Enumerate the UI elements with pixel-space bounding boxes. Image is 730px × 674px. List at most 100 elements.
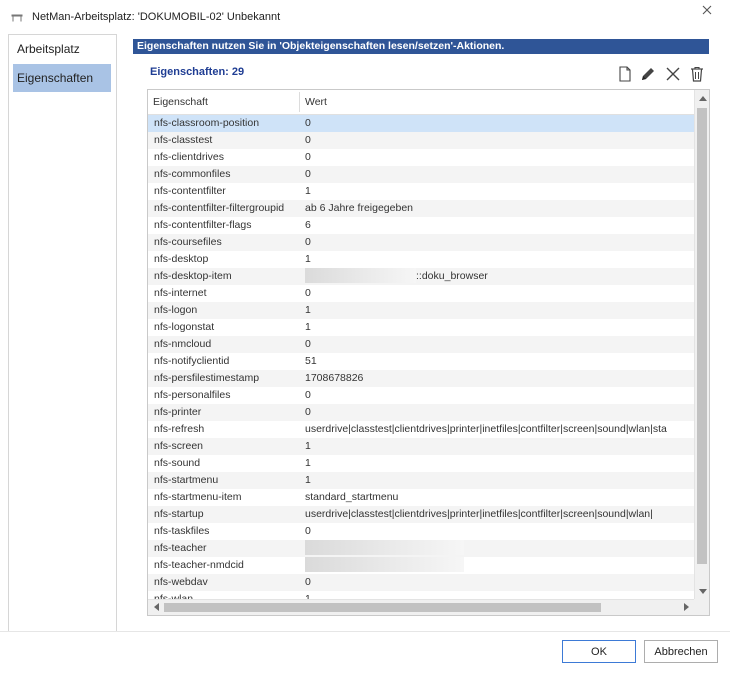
property-value: 1: [305, 321, 311, 333]
table-row[interactable]: nfs-desktop 1: [148, 251, 694, 268]
trash-icon: [690, 66, 704, 85]
property-name: nfs-contentfilter: [154, 185, 226, 197]
property-value: [305, 557, 694, 574]
title-bar: NetMan-Arbeitsplatz: 'DOKUMOBIL-02' Unbe…: [0, 0, 730, 34]
property-name: nfs-contentfilter-flags: [154, 219, 252, 231]
table-row[interactable]: nfs-nmcloud 0: [148, 336, 694, 353]
property-name: nfs-coursefiles: [154, 236, 222, 248]
property-name: nfs-teacher: [154, 542, 207, 554]
table-row[interactable]: nfs-contentfilter-filtergroupid ab 6 Jahr…: [148, 200, 694, 217]
property-name: nfs-classroom-position: [154, 117, 260, 129]
vertical-scrollbar[interactable]: [694, 90, 709, 599]
property-name: nfs-clientdrives: [154, 151, 225, 163]
horizontal-scroll-thumb[interactable]: [164, 603, 601, 612]
property-value: 1: [305, 185, 311, 197]
property-value-text: ::doku_browser: [416, 270, 488, 282]
table-row[interactable]: nfs-classtest 0: [148, 132, 694, 149]
table-row[interactable]: nfs-startup userdrive|classtest|clientdri…: [148, 506, 694, 523]
scroll-up-button[interactable]: [695, 90, 709, 106]
property-name: nfs-logonstat: [154, 321, 215, 333]
table-row[interactable]: nfs-sound 1: [148, 455, 694, 472]
table-row[interactable]: nfs-screen 1: [148, 438, 694, 455]
property-name: nfs-desktop: [154, 253, 209, 265]
new-property-button[interactable]: [616, 65, 634, 85]
table-row[interactable]: nfs-startmenu 1: [148, 472, 694, 489]
property-value: standard_startmenu: [305, 491, 399, 503]
column-header-wert[interactable]: Wert: [300, 90, 694, 114]
property-name: nfs-startup: [154, 508, 204, 520]
property-value: 1: [305, 440, 311, 452]
table-header: Eigenschaft Wert: [148, 90, 694, 115]
property-name: nfs-classtest: [154, 134, 213, 146]
table-row[interactable]: nfs-internet 0: [148, 285, 694, 302]
table-row[interactable]: nfs-classroom-position 0: [148, 115, 694, 132]
table-row[interactable]: nfs-coursefiles 0: [148, 234, 694, 251]
scrollbar-corner: [694, 599, 709, 615]
properties-table: Eigenschaft Wert nfs-classroom-position 0…: [147, 89, 710, 616]
remove-property-button[interactable]: [664, 66, 682, 84]
column-header-eigenschaft[interactable]: Eigenschaft: [148, 90, 299, 114]
scroll-left-button[interactable]: [148, 600, 164, 615]
property-name: nfs-screen: [154, 440, 204, 452]
property-value: userdrive|classtest|clientdrives|printer…: [305, 508, 653, 520]
table-row[interactable]: nfs-startmenu-item standard_startmenu: [148, 489, 694, 506]
property-value: 0: [305, 576, 311, 588]
chevron-up-icon: [698, 92, 707, 104]
table-row[interactable]: nfs-personalfiles 0: [148, 387, 694, 404]
sidebar-item-arbeitsplatz[interactable]: Arbeitsplatz: [13, 35, 111, 63]
new-document-icon: [618, 65, 632, 85]
ok-button[interactable]: OK: [562, 640, 636, 663]
table-row[interactable]: nfs-webdav 0: [148, 574, 694, 591]
property-name: nfs-startmenu-item: [154, 491, 242, 503]
sidebar: Arbeitsplatz Eigenschaften: [8, 34, 117, 632]
property-name: nfs-personalfiles: [154, 389, 231, 401]
close-button[interactable]: [697, 2, 717, 20]
table-row[interactable]: nfs-commonfiles 0: [148, 166, 694, 183]
table-row[interactable]: nfs-notifyclientid 51: [148, 353, 694, 370]
table-row[interactable]: nfs-logon 1: [148, 302, 694, 319]
cancel-button[interactable]: Abbrechen: [644, 640, 718, 663]
table-row[interactable]: nfs-clientdrives 0: [148, 149, 694, 166]
redacted-value: [305, 540, 464, 555]
close-icon: [702, 5, 712, 18]
table-row[interactable]: nfs-teacher-nmdcid: [148, 557, 694, 574]
property-name: nfs-contentfilter-filtergroupid: [154, 202, 285, 214]
chevron-right-icon: [683, 602, 689, 614]
table-row[interactable]: nfs-contentfilter-flags 6: [148, 217, 694, 234]
property-value: [305, 540, 694, 557]
table-row[interactable]: nfs-printer 0: [148, 404, 694, 421]
horizontal-scrollbar[interactable]: [148, 599, 694, 615]
table-row[interactable]: nfs-desktop-item::doku_browser: [148, 268, 694, 285]
property-value: 1: [305, 457, 311, 469]
properties-count: Eigenschaften: 29: [150, 66, 245, 78]
property-name: nfs-internet: [154, 287, 207, 299]
edit-property-button[interactable]: [639, 66, 657, 84]
property-value: ::doku_browser: [305, 268, 694, 285]
table-row[interactable]: nfs-taskfiles 0: [148, 523, 694, 540]
property-value: userdrive|classtest|clientdrives|printer…: [305, 423, 667, 435]
property-name: nfs-teacher-nmdcid: [154, 559, 244, 571]
property-name: nfs-startmenu: [154, 474, 219, 486]
property-value: 0: [305, 151, 311, 163]
property-value: 0: [305, 168, 311, 180]
property-value: 51: [305, 355, 317, 367]
property-value: 0: [305, 389, 311, 401]
property-name: nfs-webdav: [154, 576, 208, 588]
scroll-right-button[interactable]: [678, 600, 694, 615]
table-row[interactable]: nfs-contentfilter 1: [148, 183, 694, 200]
window-icon: [11, 13, 23, 22]
property-name: nfs-printer: [154, 406, 202, 418]
info-banner: Eigenschaften nutzen Sie in 'Objekteigen…: [133, 39, 709, 54]
table-row[interactable]: nfs-refresh userdrive|classtest|clientdri…: [148, 421, 694, 438]
scroll-down-button[interactable]: [695, 583, 709, 599]
property-value: ab 6 Jahre freigegeben: [305, 202, 413, 214]
table-row[interactable]: nfs-logonstat 1: [148, 319, 694, 336]
table-row[interactable]: nfs-persfilestimestamp 1708678826: [148, 370, 694, 387]
sidebar-item-eigenschaften[interactable]: Eigenschaften: [13, 64, 111, 92]
vertical-scroll-thumb[interactable]: [697, 108, 707, 564]
property-name: nfs-refresh: [154, 423, 205, 435]
sidebar-item-label: Arbeitsplatz: [17, 42, 80, 56]
property-name: nfs-notifyclientid: [154, 355, 230, 367]
delete-all-button[interactable]: [688, 66, 706, 84]
table-row[interactable]: nfs-teacher: [148, 540, 694, 557]
